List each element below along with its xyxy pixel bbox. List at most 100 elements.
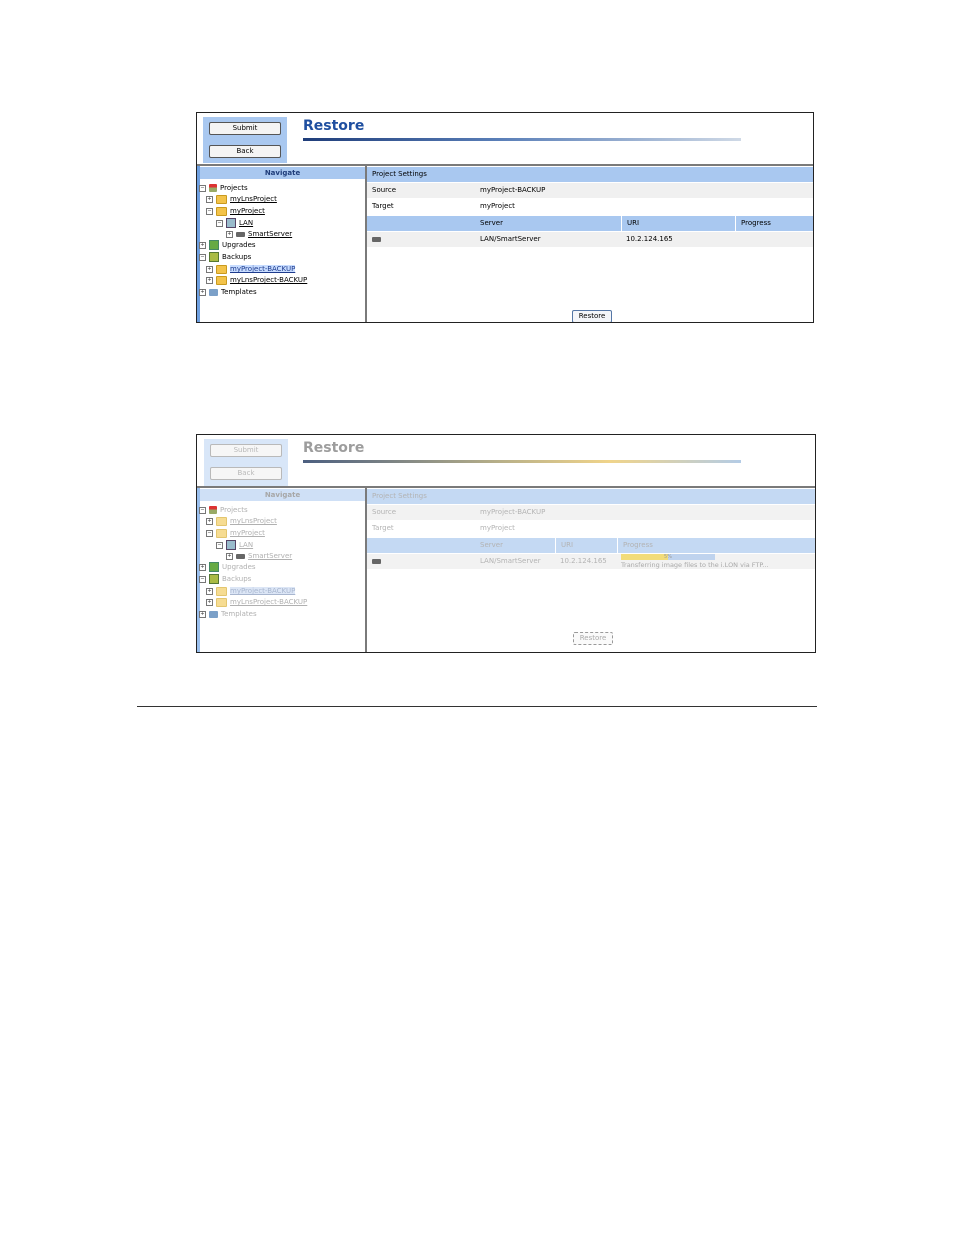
- page-divider-rule: [137, 706, 817, 707]
- expand-icon[interactable]: +: [199, 610, 206, 618]
- tree-link[interactable]: LAN: [239, 541, 253, 549]
- tree-item-myproject[interactable]: − myProject: [206, 528, 265, 539]
- collapse-icon[interactable]: −: [216, 541, 223, 549]
- backups-icon: [209, 574, 219, 584]
- projects-icon: [209, 506, 217, 514]
- settings-header-row: Project Settings: [367, 167, 813, 182]
- source-label: Source: [372, 186, 397, 194]
- collapse-icon[interactable]: −: [199, 253, 206, 261]
- tree-item-smartserver[interactable]: + SmartServer: [226, 551, 292, 562]
- source-row: Source myProject-BACKUP: [367, 505, 815, 520]
- restore-button[interactable]: Restore: [572, 310, 612, 322]
- tree-item-upgrades[interactable]: + Upgrades: [199, 562, 256, 573]
- collapse-icon[interactable]: −: [216, 219, 223, 227]
- row-uri: 10.2.124.165: [560, 557, 607, 565]
- tree-item-templates[interactable]: + Templates: [199, 287, 257, 298]
- tree-item-projects[interactable]: − Projects: [199, 505, 248, 516]
- tree-item-mylnsproject[interactable]: + myLnsProject: [206, 194, 277, 205]
- expand-icon[interactable]: +: [206, 598, 213, 606]
- projects-icon: [209, 184, 217, 192]
- tree-label: Projects: [220, 506, 248, 514]
- tree-link[interactable]: SmartServer: [248, 552, 292, 560]
- tree-link[interactable]: SmartServer: [248, 230, 292, 238]
- tree-label: Upgrades: [222, 563, 256, 571]
- back-button[interactable]: Back: [209, 145, 281, 158]
- tree-link[interactable]: myLnsProject-BACKUP: [230, 598, 307, 606]
- expand-icon[interactable]: +: [226, 230, 233, 238]
- target-label: Target: [372, 202, 394, 210]
- navigate-header: Navigate: [200, 489, 365, 501]
- tree-link[interactable]: myLnsProject: [230, 517, 277, 525]
- tree-item-mylnsproject[interactable]: + myLnsProject: [206, 516, 277, 527]
- tree-link[interactable]: myProject: [230, 529, 265, 537]
- row-icon-cell: [367, 554, 475, 569]
- row-uri: 10.2.124.165: [626, 235, 673, 243]
- server-table-header: Server URI Progress: [367, 216, 813, 231]
- tree-item-backups[interactable]: − Backups: [199, 252, 251, 263]
- collapse-icon[interactable]: −: [206, 529, 213, 537]
- network-icon: [226, 218, 236, 228]
- back-button[interactable]: Back: [210, 467, 282, 480]
- expand-icon[interactable]: +: [206, 276, 213, 284]
- page-title: Restore: [303, 118, 365, 134]
- expand-icon[interactable]: +: [206, 587, 213, 595]
- tree-item-myproject-backup[interactable]: + myProject-BACKUP: [206, 586, 296, 597]
- tree-item-smartserver[interactable]: + SmartServer: [226, 229, 292, 240]
- expand-icon[interactable]: +: [206, 517, 213, 525]
- folder-icon: [216, 516, 227, 526]
- source-value: myProject-BACKUP: [480, 186, 546, 194]
- tree-label: Backups: [222, 575, 252, 583]
- tree-link[interactable]: myLnsProject-BACKUP: [230, 276, 307, 284]
- tree-item-templates[interactable]: + Templates: [199, 609, 257, 620]
- templates-icon: [209, 610, 218, 618]
- target-value: myProject: [480, 524, 515, 532]
- source-label: Source: [372, 508, 397, 516]
- expand-icon[interactable]: +: [206, 195, 213, 203]
- collapse-icon[interactable]: −: [199, 575, 206, 583]
- collapse-icon[interactable]: −: [199, 506, 206, 514]
- navigation-pane: Navigate − Projects + myLnsProject − myProj…: [197, 166, 367, 322]
- tree-item-upgrades[interactable]: + Upgrades: [199, 240, 256, 251]
- tree-link-selected[interactable]: myProject-BACKUP: [230, 265, 296, 273]
- tree-link[interactable]: myLnsProject: [230, 195, 277, 203]
- templates-icon: [209, 288, 218, 296]
- tree-item-mylnsproject-backup[interactable]: + myLnsProject-BACKUP: [206, 275, 307, 286]
- folder-icon: [216, 206, 227, 216]
- navigate-header: Navigate: [200, 167, 365, 179]
- collapse-icon[interactable]: −: [206, 207, 213, 215]
- table-row[interactable]: LAN/SmartServer 10.2.124.165: [367, 232, 813, 247]
- server-icon: [236, 553, 245, 559]
- server-table-header: Server URI Progress: [367, 538, 815, 553]
- upgrades-icon: [209, 240, 219, 250]
- row-server: LAN/SmartServer: [480, 557, 541, 565]
- title-underline: [303, 138, 741, 141]
- expand-icon[interactable]: +: [206, 265, 213, 273]
- navigation-pane: Navigate − Projects + myLnsProject − myProj…: [197, 488, 367, 652]
- collapse-icon[interactable]: −: [199, 184, 206, 192]
- network-icon: [226, 540, 236, 550]
- tree-item-backups[interactable]: − Backups: [199, 574, 251, 585]
- restore-screen-2: Submit Back Restore Navigate − Projects +…: [196, 434, 816, 653]
- table-row[interactable]: LAN/SmartServer 10.2.124.165 5% Transfer…: [367, 554, 815, 569]
- col-server: Server: [480, 541, 503, 549]
- tree-item-lan[interactable]: − LAN: [216, 218, 253, 229]
- tree-label: Projects: [220, 184, 248, 192]
- tree-item-projects[interactable]: − Projects: [199, 183, 248, 194]
- expand-icon[interactable]: +: [199, 241, 206, 249]
- expand-icon[interactable]: +: [226, 552, 233, 560]
- tree-link[interactable]: myProject: [230, 207, 265, 215]
- restore-button[interactable]: Restore: [573, 632, 613, 645]
- tree-item-myproject-backup[interactable]: + myProject-BACKUP: [206, 264, 296, 275]
- tree-item-mylnsproject-backup[interactable]: + myLnsProject-BACKUP: [206, 597, 307, 608]
- tree-link[interactable]: LAN: [239, 219, 253, 227]
- col-uri: URI: [555, 538, 617, 553]
- target-label: Target: [372, 524, 394, 532]
- server-icon: [372, 558, 381, 564]
- tree-item-myproject[interactable]: − myProject: [206, 206, 265, 217]
- expand-icon[interactable]: +: [199, 288, 206, 296]
- submit-button[interactable]: Submit: [210, 444, 282, 457]
- submit-button[interactable]: Submit: [209, 122, 281, 135]
- tree-link-selected[interactable]: myProject-BACKUP: [230, 587, 296, 595]
- tree-item-lan[interactable]: − LAN: [216, 540, 253, 551]
- expand-icon[interactable]: +: [199, 563, 206, 571]
